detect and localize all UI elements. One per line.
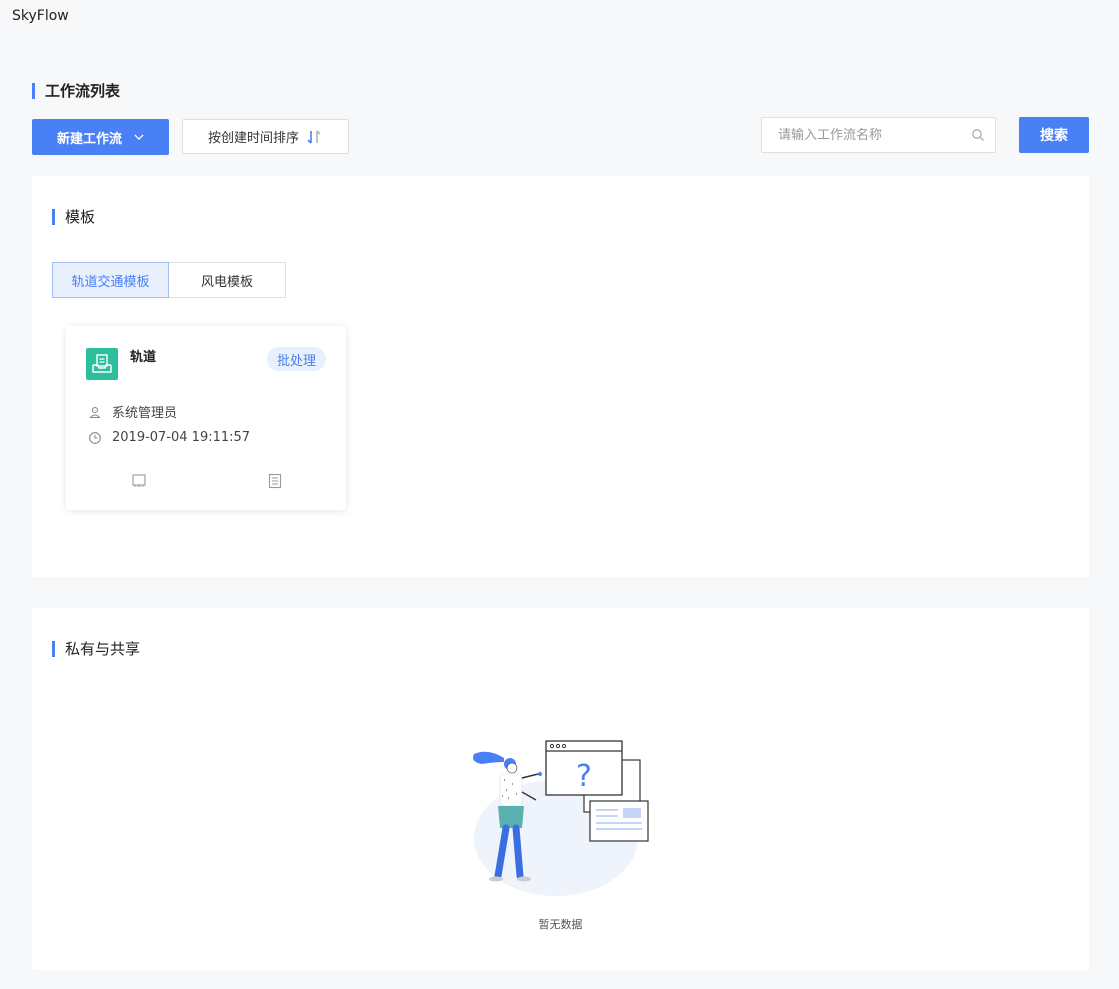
card-title: 轨道 — [130, 350, 157, 365]
templates-title: 模板 — [52, 206, 95, 227]
page-title-text: 工作流列表 — [45, 82, 121, 100]
private-shared-title: 私有与共享 — [52, 638, 140, 659]
title-accent-bar — [52, 640, 55, 657]
new-workflow-label: 新建工作流 — [56, 131, 122, 147]
app-title: SkyFlow — [12, 8, 69, 24]
empty-state-text: 暂无数据 — [538, 918, 583, 931]
search-field[interactable] — [761, 117, 996, 153]
search-icon — [972, 129, 984, 141]
card-created-time: 2019-07-04 19:11:57 — [88, 430, 250, 445]
empty-state-illustration: ? — [473, 740, 649, 896]
sort-arrows-icon — [307, 129, 321, 144]
user-icon — [89, 406, 101, 418]
document-icon[interactable] — [266, 472, 284, 490]
templates-title-text: 模板 — [65, 208, 96, 226]
page-title: 工作流列表 — [32, 80, 120, 101]
inbox-document-icon — [86, 348, 118, 380]
tab-rail-transit[interactable]: 轨道交通模板 — [52, 262, 169, 298]
card-created-text: 2019-07-04 19:11:57 — [112, 430, 251, 445]
title-accent-bar — [32, 82, 35, 99]
search-button[interactable]: 搜索 — [1019, 117, 1089, 153]
card-owner: 系统管理员 — [88, 402, 177, 421]
private-shared-title-text: 私有与共享 — [65, 640, 141, 658]
private-shared-panel: 私有与共享 ? 暂无数据 — [32, 608, 1089, 970]
clock-icon — [89, 431, 101, 444]
svg-text:?: ? — [576, 759, 592, 794]
sort-by-created-button[interactable]: 按创建时间排序 — [182, 119, 349, 154]
monitor-icon[interactable] — [130, 472, 148, 490]
title-accent-bar — [52, 208, 55, 225]
tab-wind-power[interactable]: 风电模板 — [169, 262, 286, 298]
template-tabs: 轨道交通模板 风电模板 — [52, 262, 286, 298]
card-type-badge: 批处理 — [266, 347, 326, 371]
card-owner-text: 系统管理员 — [112, 406, 178, 421]
templates-panel: 模板 轨道交通模板 风电模板 轨道 批处理 系统管理员 2019-07-04 1… — [32, 176, 1089, 577]
search-input[interactable] — [778, 127, 971, 143]
chevron-down-icon — [134, 134, 144, 141]
new-workflow-button[interactable]: 新建工作流 — [32, 119, 169, 155]
template-card[interactable]: 轨道 批处理 系统管理员 2019-07-04 19:11:57 — [66, 326, 346, 510]
sort-label: 按创建时间排序 — [207, 131, 299, 146]
